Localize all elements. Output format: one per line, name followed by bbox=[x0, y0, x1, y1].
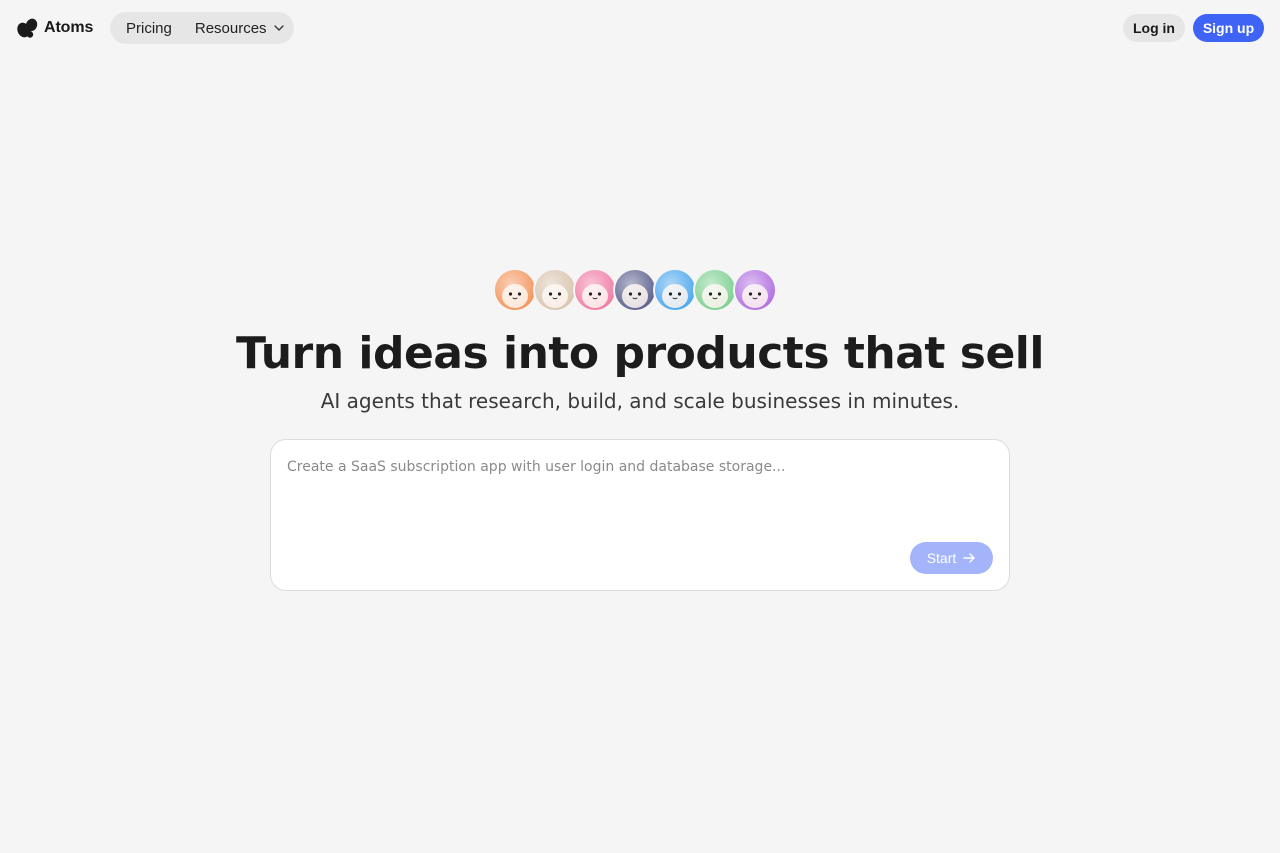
hero-subheadline: AI agents that research, build, and scal… bbox=[320, 389, 960, 413]
nav-pricing[interactable]: Pricing bbox=[126, 20, 172, 37]
pink-agent-avatar bbox=[573, 268, 617, 312]
signup-button[interactable]: Sign up bbox=[1193, 14, 1264, 42]
atoms-logo-icon bbox=[17, 18, 38, 38]
beige-agent-avatar bbox=[533, 268, 577, 312]
start-button-label: Start bbox=[926, 550, 957, 566]
main-nav: Pricing Resources bbox=[110, 12, 294, 44]
agent-avatars bbox=[493, 268, 779, 312]
brand-logo[interactable]: Atoms bbox=[16, 16, 93, 40]
orange-agent-avatar bbox=[493, 268, 537, 312]
blue-agent-avatar bbox=[653, 268, 697, 312]
login-button[interactable]: Log in bbox=[1123, 14, 1185, 42]
navy-agent-avatar bbox=[613, 268, 657, 312]
purple-agent-avatar bbox=[733, 268, 777, 312]
nav-resources[interactable]: Resources bbox=[195, 20, 285, 37]
brand-name: Atoms bbox=[44, 19, 94, 36]
arrow-right-icon bbox=[963, 553, 975, 563]
nav-resources-label: Resources bbox=[194, 19, 267, 37]
chevron-down-icon bbox=[273, 25, 284, 31]
green-agent-avatar bbox=[693, 268, 737, 312]
hero-headline: Turn ideas into products that sell bbox=[236, 328, 1044, 379]
prompt-input[interactable] bbox=[287, 456, 993, 536]
prompt-box: Start bbox=[270, 439, 1010, 591]
top-navigation: Atoms Pricing Resources Log in Sign up bbox=[0, 0, 1280, 56]
start-button[interactable]: Start bbox=[910, 542, 993, 574]
